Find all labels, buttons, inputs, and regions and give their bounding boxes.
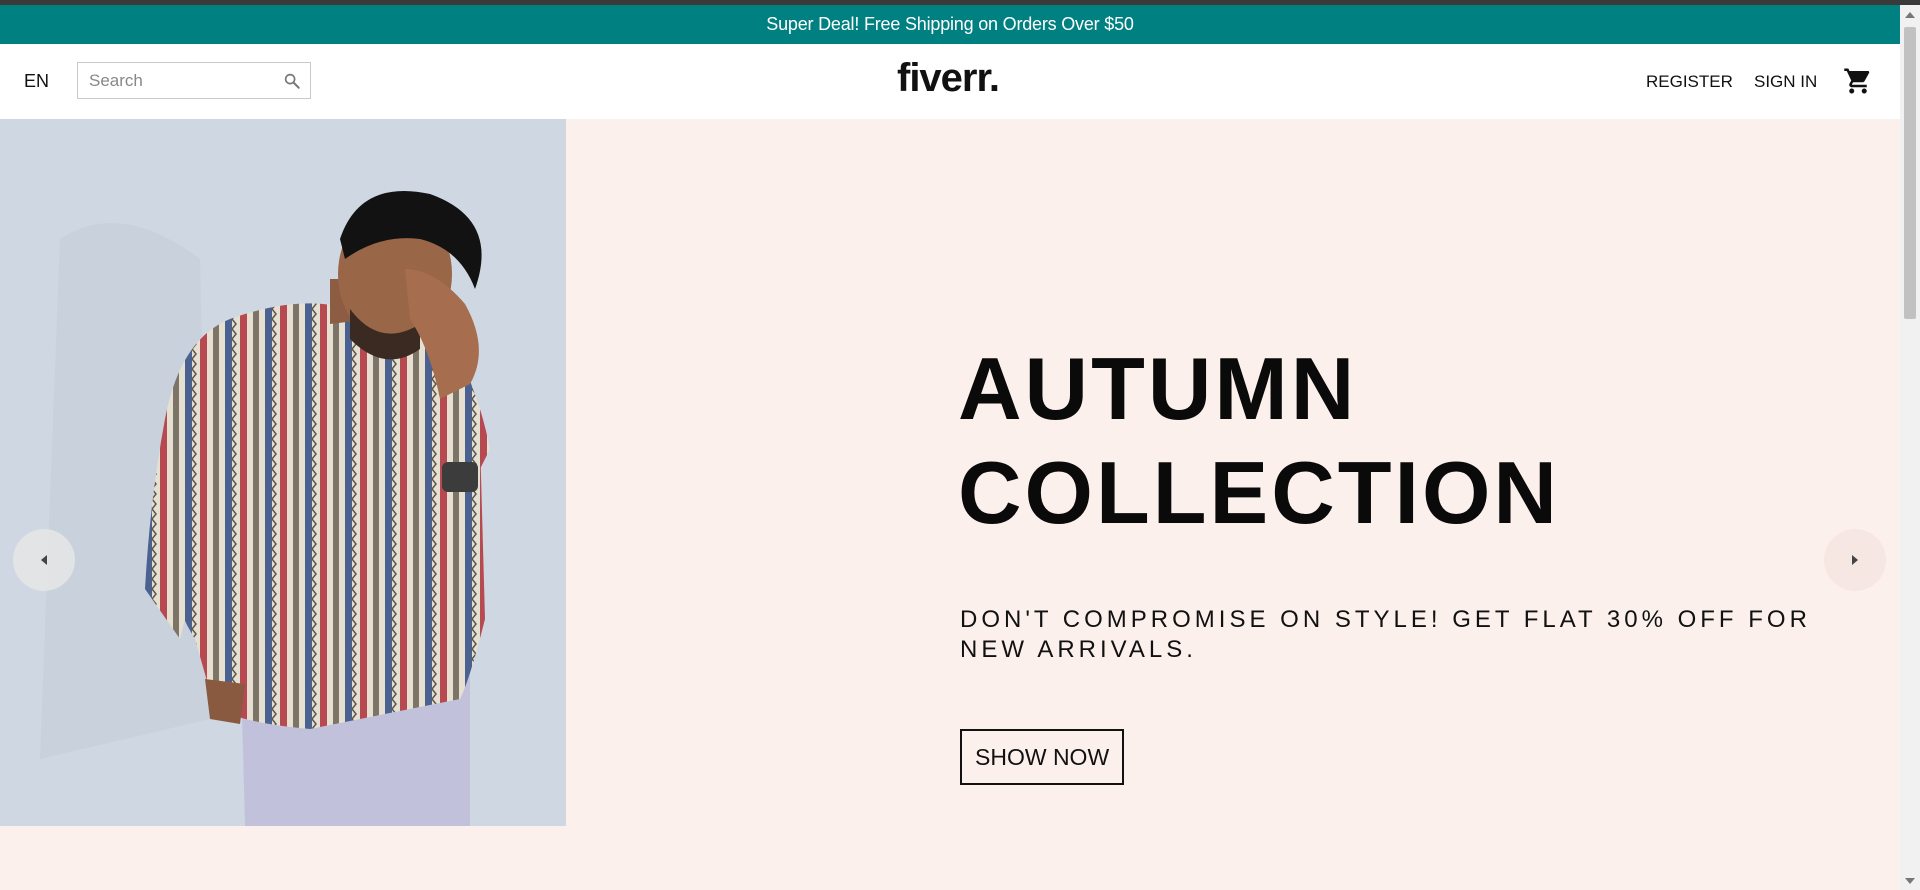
scroll-thumb[interactable]	[1904, 27, 1916, 319]
shopping-cart-icon[interactable]	[1843, 66, 1873, 96]
language-selector[interactable]: EN	[24, 71, 49, 92]
register-link[interactable]: REGISTER	[1646, 72, 1733, 92]
hero-title-line1: AUTUMN	[958, 339, 1358, 438]
announcement-bar: Super Deal! Free Shipping on Orders Over…	[0, 5, 1900, 44]
logo[interactable]: fiverr.	[897, 56, 1000, 101]
slider-next-button[interactable]	[1824, 529, 1886, 591]
page-scrollbar[interactable]	[1900, 5, 1920, 890]
slider-prev-button[interactable]	[13, 529, 75, 591]
scroll-down-arrow-icon[interactable]	[1905, 878, 1915, 884]
page-content-below-hero	[0, 826, 1900, 890]
navbar: EN fiverr. REGISTER SIGN IN	[0, 44, 1900, 119]
announcement-text: Super Deal! Free Shipping on Orders Over…	[766, 14, 1134, 34]
hero-description: DON'T COMPROMISE ON STYLE! GET FLAT 30% …	[960, 606, 1811, 663]
show-now-button[interactable]: SHOW NOW	[960, 729, 1125, 785]
hero-slider: AUTUMN COLLECTION DON'T COMPROMISE ON ST…	[0, 119, 1900, 826]
sign-in-link[interactable]: SIGN IN	[1754, 72, 1817, 92]
arrow-right-icon	[1852, 555, 1858, 565]
hero-title: AUTUMN COLLECTION	[958, 337, 1758, 545]
scroll-up-arrow-icon[interactable]	[1905, 12, 1915, 18]
model-photo-illustration	[0, 119, 566, 826]
search-input[interactable]	[87, 69, 281, 92]
search-box	[77, 62, 311, 99]
hero-title-line2: COLLECTION	[958, 443, 1560, 542]
search-icon[interactable]	[283, 72, 301, 90]
arrow-left-icon	[41, 555, 47, 565]
hero-model-image	[0, 119, 566, 826]
